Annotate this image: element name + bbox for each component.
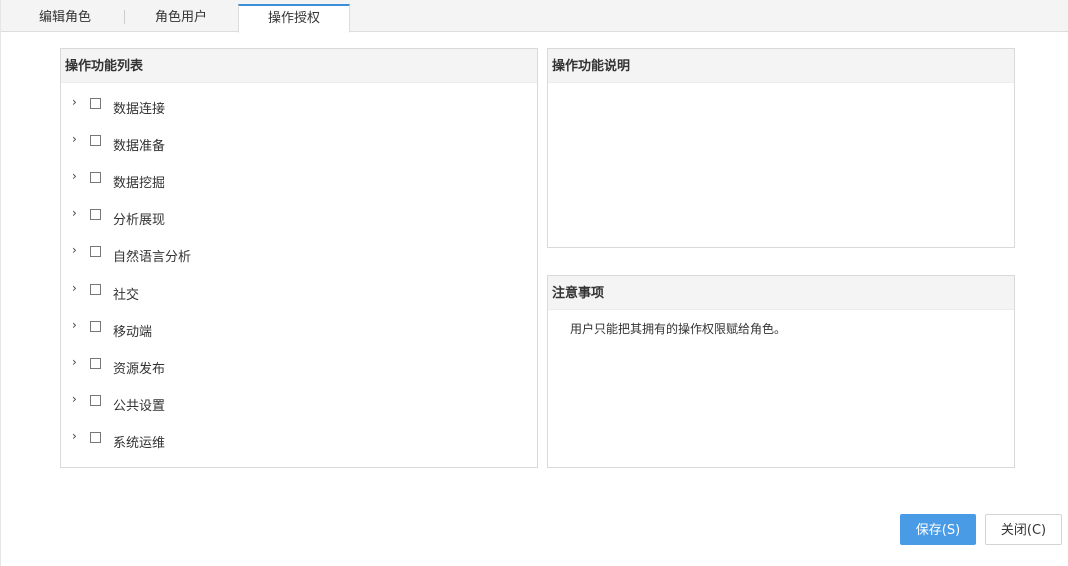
save-button[interactable]: 保存(S) — [900, 514, 976, 545]
tree-item[interactable]: › 自然语言分析 — [61, 243, 361, 265]
notes-title: 注意事项 — [548, 276, 1014, 310]
tree-item-label[interactable]: 分析展现 — [113, 209, 165, 228]
chevron-right-icon[interactable]: › — [72, 318, 82, 336]
tree-item[interactable]: › 社交 — [61, 281, 361, 303]
function-list-title: 操作功能列表 — [61, 49, 537, 83]
function-description-panel: 操作功能说明 — [547, 48, 1015, 248]
chevron-right-icon[interactable]: › — [72, 355, 82, 373]
function-description-title: 操作功能说明 — [548, 49, 1014, 83]
chevron-right-icon[interactable]: › — [72, 206, 82, 224]
checkbox-icon[interactable] — [90, 209, 101, 220]
tab-bar: 编辑角色 角色用户 操作授权 — [1, 0, 1068, 33]
checkbox-icon[interactable] — [90, 172, 101, 183]
tree-item[interactable]: › 数据挖掘 — [61, 169, 361, 191]
chevron-right-icon[interactable]: › — [72, 169, 82, 187]
tree-item[interactable]: › 数据连接 — [61, 95, 361, 117]
function-tree[interactable]: › 数据连接 › 数据准备 › 数据挖掘 › 分析展现 › 自然语言分析 › 社交 › 移动端 › 资源发布 ›… — [61, 83, 537, 467]
tab-operation-authorization[interactable]: 操作授权 — [238, 4, 350, 33]
chevron-right-icon[interactable]: › — [72, 281, 82, 299]
tab-role-users[interactable]: 角色用户 — [125, 4, 237, 32]
notes-text: 用户只能把其拥有的操作权限赋给角色。 — [570, 322, 787, 336]
tree-item-label[interactable]: 系统运维 — [113, 432, 165, 451]
tree-item-label[interactable]: 移动端 — [113, 321, 152, 340]
chevron-right-icon[interactable]: › — [72, 392, 82, 410]
tree-item-label[interactable]: 数据准备 — [113, 135, 165, 154]
tree-item[interactable]: › 资源发布 — [61, 355, 361, 377]
checkbox-icon[interactable] — [90, 284, 101, 295]
checkbox-icon[interactable] — [90, 246, 101, 257]
tree-item-label[interactable]: 社交 — [113, 284, 139, 303]
tree-item[interactable]: › 公共设置 — [61, 392, 361, 414]
chevron-right-icon[interactable]: › — [72, 132, 82, 150]
chevron-right-icon[interactable]: › — [72, 243, 82, 261]
checkbox-icon[interactable] — [90, 98, 101, 109]
checkbox-icon[interactable] — [90, 395, 101, 406]
checkbox-icon[interactable] — [90, 135, 101, 146]
tree-item[interactable]: › 系统运维 — [61, 429, 361, 451]
chevron-right-icon[interactable]: › — [72, 429, 82, 447]
chevron-right-icon[interactable]: › — [72, 466, 82, 467]
tree-item-label[interactable]: 数据挖掘 — [113, 172, 165, 191]
tree-item-label[interactable]: 自然语言分析 — [113, 246, 191, 265]
tab-edit-role[interactable]: 编辑角色 — [9, 4, 121, 32]
checkbox-icon[interactable] — [90, 432, 101, 443]
checkbox-icon[interactable] — [90, 358, 101, 369]
tree-item-label[interactable]: 资源发布 — [113, 358, 165, 377]
checkbox-icon[interactable] — [90, 321, 101, 332]
role-dialog: 编辑角色 角色用户 操作授权 操作功能列表 › 数据连接 › 数据准备 › 数据挖掘 › 分析… — [0, 0, 1068, 566]
tree-item[interactable]: › 数据准备 — [61, 132, 361, 154]
tree-item-label[interactable]: 公共设置 — [113, 395, 165, 414]
tree-item-label[interactable]: 数据连接 — [113, 98, 165, 117]
tree-item[interactable]: › 移动端 — [61, 318, 361, 340]
close-button[interactable]: 关闭(C) — [985, 514, 1062, 545]
notes-panel: 注意事项 用户只能把其拥有的操作权限赋给角色。 — [547, 275, 1015, 468]
tree-item[interactable]: ›安全设置 — [61, 466, 361, 467]
function-list-panel: 操作功能列表 › 数据连接 › 数据准备 › 数据挖掘 › 分析展现 › 自然语言分析 › 社交 › 移动… — [60, 48, 538, 468]
tree-item[interactable]: › 分析展现 — [61, 206, 361, 228]
chevron-right-icon[interactable]: › — [72, 95, 82, 113]
